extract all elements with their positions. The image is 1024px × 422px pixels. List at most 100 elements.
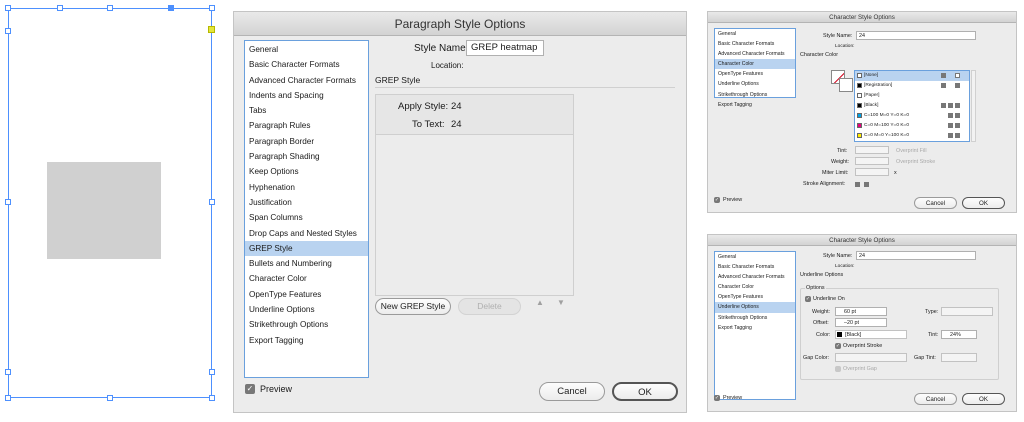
frame-handle-right-bottom[interactable]	[209, 369, 215, 375]
ok-button[interactable]: OK	[612, 382, 678, 401]
panel-list[interactable]: General Basic Character Formats Advanced…	[714, 28, 796, 108]
swatch-row[interactable]: C=100 M=0 Y=0 K=0	[855, 111, 969, 121]
offset-field[interactable]: –20 pt	[835, 318, 887, 327]
panel-item-character-color[interactable]: Character Color	[715, 282, 795, 292]
ok-button[interactable]: OK	[962, 393, 1005, 405]
panel-item-strikethrough-options[interactable]: Strikethrough Options	[245, 317, 368, 332]
ok-button[interactable]: OK	[962, 197, 1005, 209]
panel-item-general[interactable]: General	[245, 42, 368, 57]
panel-item-basic-character-formats[interactable]: Basic Character Formats	[715, 262, 795, 272]
frame-handle-top-right[interactable]	[209, 5, 215, 11]
panel-item-export-tagging[interactable]: Export Tagging	[245, 333, 368, 348]
panel-item-drop-caps[interactable]: Drop Caps and Nested Styles	[245, 226, 368, 241]
live-corner-handle[interactable]	[208, 26, 215, 33]
panel-item-opentype-features[interactable]: OpenType Features	[715, 69, 795, 79]
overprint-stroke-label[interactable]: Overprint Stroke	[896, 159, 935, 165]
weight-dropdown[interactable]	[855, 157, 889, 165]
panel-item-character-color[interactable]: Character Color	[245, 271, 368, 286]
panel-item-grep-style[interactable]: GREP Style	[245, 240, 368, 257]
frame-handle-top-left[interactable]	[5, 5, 11, 11]
preview-checkbox[interactable]: ✓	[714, 197, 720, 203]
preview-checkbox[interactable]: ✓	[714, 395, 720, 401]
gap-tint-field[interactable]	[941, 353, 977, 362]
move-up-icon[interactable]: ▲	[536, 298, 544, 307]
swatch-list[interactable]: [None] [Registration] [Paper] [Black] C=…	[854, 70, 970, 142]
panel-item-opentype-features[interactable]: OpenType Features	[715, 292, 795, 302]
panel-list[interactable]: General Basic Character Formats Advanced…	[244, 40, 369, 378]
preview-checkbox[interactable]: ✓	[245, 384, 255, 394]
to-text-value[interactable]: 24	[451, 119, 462, 130]
panel-item-justification[interactable]: Justification	[245, 195, 368, 210]
panel-item-paragraph-border[interactable]: Paragraph Border	[245, 134, 368, 149]
panel-item-underline-options[interactable]: Underline Options	[715, 79, 795, 89]
cancel-button[interactable]: Cancel	[914, 393, 957, 405]
frame-handle-top-1[interactable]	[57, 5, 63, 11]
gap-color-dropdown[interactable]	[835, 353, 907, 362]
stroke-swatch-icon[interactable]	[839, 78, 853, 92]
panel-item-paragraph-shading[interactable]: Paragraph Shading	[245, 149, 368, 164]
cancel-button[interactable]: Cancel	[539, 382, 605, 401]
tint-dropdown[interactable]	[855, 146, 889, 154]
gray-rectangle[interactable]	[47, 162, 161, 259]
panel-item-opentype-features[interactable]: OpenType Features	[245, 287, 368, 302]
stroke-align-center-icon[interactable]	[855, 182, 860, 187]
frame-handle-top-3[interactable]	[168, 5, 174, 11]
apply-style-value[interactable]: 24	[451, 101, 462, 112]
panel-item-tabs[interactable]: Tabs	[245, 103, 368, 118]
grep-style-list[interactable]: Apply Style: 24 To Text: 24	[375, 94, 574, 296]
overprint-stroke-checkbox[interactable]: ✓	[835, 343, 841, 349]
swatch-row[interactable]: C=0 M=100 Y=0 K=0	[855, 121, 969, 131]
frame-handle-bottom-middle[interactable]	[107, 395, 113, 401]
panel-item-basic-character-formats[interactable]: Basic Character Formats	[245, 57, 368, 72]
panel-item-bullets-numbering[interactable]: Bullets and Numbering	[245, 256, 368, 271]
panel-item-span-columns[interactable]: Span Columns	[245, 210, 368, 225]
swatch-row[interactable]: [Black]	[855, 101, 969, 111]
overprint-gap-checkbox[interactable]	[835, 366, 841, 372]
panel-item-underline-options[interactable]: Underline Options	[245, 302, 368, 317]
panel-item-keep-options[interactable]: Keep Options	[245, 164, 368, 179]
frame-handle-top-2[interactable]	[107, 5, 113, 11]
panel-item-character-color[interactable]: Character Color	[715, 59, 795, 70]
panel-item-paragraph-rules[interactable]: Paragraph Rules	[245, 118, 368, 133]
stroke-align-outside-icon[interactable]	[864, 182, 869, 187]
panel-item-strikethrough-options[interactable]: Strikethrough Options	[715, 90, 795, 100]
swatch-row[interactable]: [Registration]	[855, 81, 969, 91]
new-grep-style-button[interactable]: New GREP Style	[375, 298, 451, 315]
move-down-icon[interactable]: ▼	[557, 298, 565, 307]
frame-handle-bottom-left[interactable]	[5, 395, 11, 401]
panel-item-advanced-character-formats[interactable]: Advanced Character Formats	[245, 73, 368, 88]
panel-item-general[interactable]: General	[715, 29, 795, 39]
overprint-fill-label[interactable]: Overprint Fill	[896, 148, 927, 154]
frame-handle-left-top[interactable]	[5, 28, 11, 34]
panel-item-general[interactable]: General	[715, 252, 795, 262]
panel-item-advanced-character-formats[interactable]: Advanced Character Formats	[715, 272, 795, 282]
frame-handle-left-middle[interactable]	[5, 199, 11, 205]
frame-handle-right-middle[interactable]	[209, 199, 215, 205]
tint-field[interactable]: 24%	[941, 330, 977, 339]
cancel-button[interactable]: Cancel	[914, 197, 957, 209]
panel-list[interactable]: General Basic Character Formats Advanced…	[714, 251, 796, 400]
panel-item-strikethrough-options[interactable]: Strikethrough Options	[715, 313, 795, 323]
color-dropdown[interactable]: [Black]	[835, 330, 907, 339]
panel-item-basic-character-formats[interactable]: Basic Character Formats	[715, 39, 795, 49]
frame-handle-left-bottom[interactable]	[5, 369, 11, 375]
underline-on-checkbox[interactable]: ✓	[805, 296, 811, 302]
panel-item-export-tagging[interactable]: Export Tagging	[715, 323, 795, 333]
panel-item-indents-and-spacing[interactable]: Indents and Spacing	[245, 88, 368, 103]
swatch-row[interactable]: [None]	[855, 71, 969, 81]
style-name-field[interactable]: 24	[856, 31, 976, 40]
style-name-field[interactable]: GREP heatmap	[466, 40, 544, 56]
weight-field[interactable]: 60 pt	[835, 307, 887, 316]
panel-item-hyphenation[interactable]: Hyphenation	[245, 180, 368, 195]
panel-item-export-tagging[interactable]: Export Tagging	[715, 100, 795, 110]
swatch-row[interactable]: C=0 M=0 Y=100 K=0	[855, 131, 969, 141]
miter-limit-field[interactable]	[855, 168, 889, 176]
frame-handle-bottom-right[interactable]	[209, 395, 215, 401]
swatch-scrollbar[interactable]	[971, 70, 976, 142]
panel-item-underline-options[interactable]: Underline Options	[715, 302, 795, 313]
style-name-field[interactable]: 24	[856, 251, 976, 260]
delete-button[interactable]: Delete	[458, 298, 521, 315]
swatch-row[interactable]: [Paper]	[855, 91, 969, 101]
panel-item-advanced-character-formats[interactable]: Advanced Character Formats	[715, 49, 795, 59]
type-dropdown[interactable]	[941, 307, 993, 316]
